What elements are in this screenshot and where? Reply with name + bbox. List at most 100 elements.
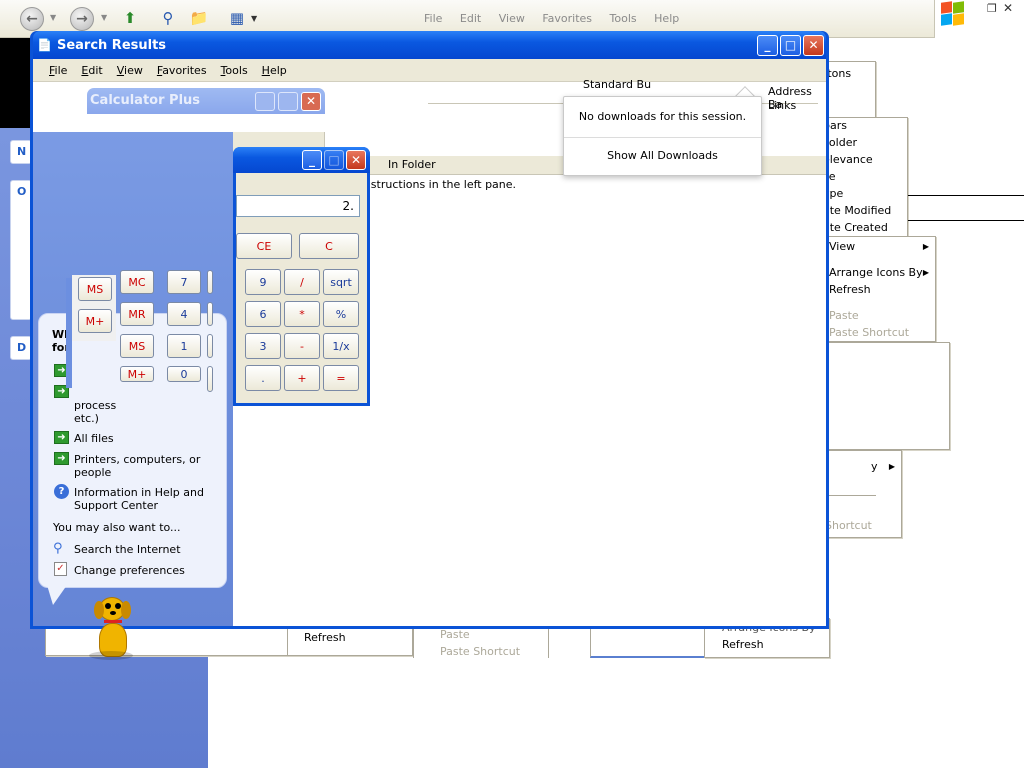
key-divide[interactable]: /	[284, 269, 320, 295]
ie-menu-favorites[interactable]: Favorites	[542, 12, 592, 25]
up-folder-icon[interactable]: ⬆	[119, 7, 141, 29]
option-printers[interactable]: Printers, computers, or	[74, 453, 200, 466]
left-card-3: D	[10, 336, 32, 360]
key-decimal[interactable]: .	[245, 365, 281, 391]
calc-close-button[interactable]: ✕	[346, 150, 366, 170]
ghost-item-date-created[interactable]: ate Created	[819, 219, 907, 236]
views-dropdown-icon[interactable]: ▼	[251, 14, 257, 23]
ie-menu-tools[interactable]: Tools	[610, 12, 637, 25]
ghost-bottom-refresh-item[interactable]: Refresh	[288, 629, 412, 646]
key-sqrt[interactable]: sqrt	[323, 269, 359, 295]
key-equals[interactable]: =	[323, 365, 359, 391]
ghost-bottom-paste-shortcut[interactable]: Paste Shortcut	[414, 643, 548, 660]
windows-flag-logo	[941, 1, 965, 26]
ie-menu-help[interactable]: Help	[654, 12, 679, 25]
ghost-bottom-refresh2[interactable]: Refresh	[705, 636, 829, 653]
ghost-item-relevance[interactable]: elevance	[819, 151, 907, 168]
change-preferences-link[interactable]: Change preferences	[74, 564, 185, 577]
close-icon[interactable]: ✕	[1003, 1, 1013, 15]
search-icon[interactable]: ⚲	[157, 7, 179, 29]
key-mr[interactable]: MR	[120, 302, 154, 326]
key-percent[interactable]: %	[323, 301, 359, 327]
key-reciprocal[interactable]: 1/x	[323, 333, 359, 359]
search-titlebar[interactable]: 📄 Search Results _ □ ✕	[33, 31, 826, 59]
menu-view[interactable]: View	[117, 64, 143, 77]
no-downloads-message: No downloads for this session.	[578, 110, 747, 123]
key-mc[interactable]: MC	[120, 270, 154, 294]
also-label: You may also want to...	[53, 521, 181, 534]
key-ms[interactable]: MS	[120, 334, 154, 358]
key-6[interactable]: 6	[245, 301, 281, 327]
maximize-button[interactable]: □	[780, 34, 801, 56]
ghost-item-paste[interactable]: Paste	[819, 307, 935, 324]
ie-menu-file[interactable]: File	[424, 12, 442, 25]
option-help-center[interactable]: Information in Help and	[74, 486, 204, 499]
search-dog-icon[interactable]	[85, 595, 137, 665]
calc-maximize-button[interactable]: □	[324, 150, 344, 170]
ghost-item-shortcut[interactable]: Shortcut	[819, 517, 901, 534]
ghost-item-date-modified[interactable]: ate Modified	[819, 202, 907, 219]
key-plus[interactable]: +	[284, 365, 320, 391]
key-c[interactable]: C	[299, 233, 359, 259]
key-9[interactable]: 9	[245, 269, 281, 295]
menu-favorites[interactable]: Favorites	[157, 64, 207, 77]
views-icon[interactable]: ▦	[226, 7, 248, 29]
key-4[interactable]: 4	[167, 302, 201, 326]
key-7[interactable]: 7	[167, 270, 201, 294]
minimize-button[interactable]: _	[757, 34, 778, 56]
cplus-minimize-icon[interactable]	[255, 92, 275, 111]
key-mplus[interactable]: M+	[120, 366, 154, 382]
standard-buttons-fragment: Standard Bu	[583, 78, 652, 91]
option-people[interactable]: people	[74, 466, 111, 479]
menu-edit[interactable]: Edit	[81, 64, 102, 77]
key-multiply[interactable]: *	[284, 301, 320, 327]
arrow-right-icon: ➜	[54, 452, 69, 465]
key-minus[interactable]: -	[284, 333, 320, 359]
ghost-item-toolbars[interactable]: bars	[819, 117, 907, 134]
ghost-item-refresh[interactable]: Refresh	[819, 281, 935, 298]
restore-icon[interactable]: ❐	[987, 2, 997, 15]
downloads-divider	[564, 137, 761, 138]
menu-help[interactable]: Help	[262, 64, 287, 77]
cplus-key-ms[interactable]: MS	[78, 277, 112, 301]
option-support-center[interactable]: Support Center	[74, 499, 158, 512]
key-0[interactable]: 0	[167, 366, 201, 382]
close-button[interactable]: ✕	[803, 34, 824, 56]
column-in-folder[interactable]: In Folder	[388, 158, 436, 171]
calc-minimize-button[interactable]: _	[302, 150, 322, 170]
ghost-item-arrange[interactable]: Arrange Icons By ▶	[819, 264, 935, 281]
ghost-item-lower[interactable]: y ▶	[819, 458, 901, 475]
ie-menu-view[interactable]: View	[499, 12, 525, 25]
submenu-arrow-icon: ▶	[888, 462, 895, 471]
forward-icon[interactable]: →	[70, 7, 94, 31]
forward-dropdown-icon[interactable]: ▼	[101, 13, 107, 22]
cplus-key-mplus[interactable]: M+	[78, 309, 112, 333]
key-3[interactable]: 3	[245, 333, 281, 359]
ghost-item-paste-shortcut[interactable]: Paste Shortcut	[819, 324, 935, 341]
menu-tools[interactable]: Tools	[221, 64, 248, 77]
ghost-line	[908, 195, 1024, 221]
ghost-item-folder[interactable]: Folder	[819, 134, 907, 151]
cplus-close-icon[interactable]: ✕	[301, 92, 321, 111]
back-icon[interactable]: ←	[20, 7, 44, 31]
left-card-2-label: O	[17, 185, 27, 198]
back-dropdown-icon[interactable]: ▼	[50, 13, 56, 22]
menu-help-key: H	[261, 63, 270, 77]
cplus-maximize-icon[interactable]	[278, 92, 298, 111]
ghost-item-size[interactable]: ze	[819, 168, 907, 185]
key-ce[interactable]: CE	[236, 233, 292, 259]
ghost-item-view[interactable]: View ▶	[819, 238, 935, 255]
option-all-files[interactable]: All files	[74, 432, 114, 445]
option-etc[interactable]: etc.)	[74, 412, 99, 425]
ie-menu-edit[interactable]: Edit	[460, 12, 481, 25]
ghost-bottom-left	[45, 626, 289, 656]
menu-file[interactable]: File	[49, 64, 67, 77]
search-internet-link[interactable]: Search the Internet	[74, 543, 181, 556]
key-1[interactable]: 1	[167, 334, 201, 358]
folders-icon[interactable]: 📁	[188, 7, 210, 29]
show-all-downloads-button[interactable]: Show All Downloads	[564, 149, 761, 162]
preferences-icon: ✓	[54, 562, 67, 576]
menu-view-key: V	[116, 63, 125, 77]
calculator-titlebar[interactable]: _ □ ✕	[233, 147, 370, 173]
ghost-item-type[interactable]: ype	[819, 185, 907, 202]
